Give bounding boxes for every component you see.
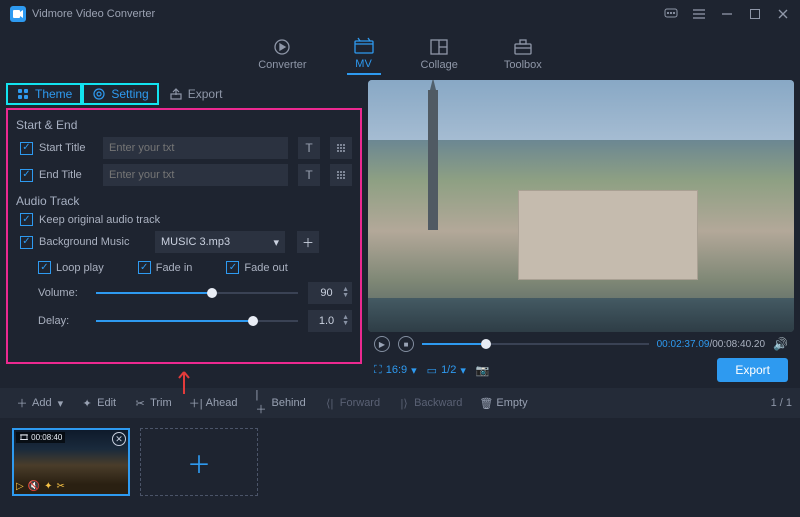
volume-label: Volume: xyxy=(38,287,86,299)
end-title-text-style[interactable]: T xyxy=(298,164,320,186)
keep-original-checkbox[interactable]: ✓ xyxy=(20,213,33,226)
audio-heading: Audio Track xyxy=(16,194,352,208)
toolbox-icon xyxy=(512,37,534,57)
minimize-icon[interactable] xyxy=(720,7,734,21)
collage-icon xyxy=(428,37,450,57)
ahead-button[interactable]: ＋|Ahead xyxy=(182,393,246,413)
start-title-label: Start Title xyxy=(39,142,97,154)
tab-mv[interactable]: MV xyxy=(347,33,381,75)
start-title-text-style[interactable]: T xyxy=(298,137,320,159)
end-title-input[interactable] xyxy=(103,164,288,186)
forward-icon: ⟨| xyxy=(324,397,336,409)
inner-tab-setting[interactable]: Setting xyxy=(82,83,158,105)
clip-strip: 🎞00:08:40 ✕ ▷ 🔇 ✦ ✂ ＋ xyxy=(0,418,800,506)
bottom-toolbar: ＋Add▾ ✦Edit ✂Trim ＋|Ahead |＋Behind ⟨|For… xyxy=(0,388,800,418)
end-title-checkbox[interactable]: ✓ xyxy=(20,169,33,182)
start-title-input[interactable] xyxy=(103,137,288,159)
bg-music-label: Background Music xyxy=(39,236,149,248)
volume-slider[interactable] xyxy=(96,286,298,300)
forward-button[interactable]: ⟨|Forward xyxy=(316,393,388,413)
end-title-position[interactable] xyxy=(330,164,352,186)
annotation-arrow xyxy=(6,366,362,396)
feedback-icon[interactable] xyxy=(664,7,678,21)
backward-button[interactable]: |⟩Backward xyxy=(390,393,470,413)
plus-icon: ＋ xyxy=(16,397,28,409)
app-title: Vidmore Video Converter xyxy=(32,8,664,20)
delay-slider[interactable] xyxy=(96,314,298,328)
tab-toolbox[interactable]: Toolbox xyxy=(498,34,548,74)
video-preview[interactable] xyxy=(368,80,794,332)
keep-original-label: Keep original audio track xyxy=(39,214,160,226)
aspect-selector[interactable]: ⛶ 16:9 ▾ xyxy=(374,364,417,377)
volume-stepper[interactable]: 90▲▼ xyxy=(308,282,352,304)
delay-label: Delay: xyxy=(38,315,86,327)
chevron-down-icon: ▾ xyxy=(411,364,417,377)
camera-icon: 📷 xyxy=(476,364,490,377)
chevron-down-icon: ▾ xyxy=(58,397,64,410)
trash-icon: 🗑 xyxy=(480,397,492,409)
loop-checkbox[interactable]: ✓Loop play xyxy=(38,261,104,274)
page-indicator: 1 / 1 xyxy=(771,397,792,409)
clip-thumbnail[interactable]: 🎞00:08:40 ✕ ▷ 🔇 ✦ ✂ xyxy=(12,428,130,496)
empty-button[interactable]: 🗑Empty xyxy=(472,393,535,413)
close-icon[interactable] xyxy=(776,7,790,21)
mute-icon[interactable]: 🔇 xyxy=(28,481,40,492)
fadeout-checkbox[interactable]: ✓Fade out xyxy=(226,261,287,274)
behind-button[interactable]: |＋Behind xyxy=(247,393,313,413)
trim-icon[interactable]: ✂ xyxy=(57,481,65,492)
play-button[interactable]: ▶ xyxy=(374,336,390,352)
top-tabs: Converter MV Collage Toolbox xyxy=(0,28,800,80)
clip-duration-badge: 🎞00:08:40 xyxy=(16,432,65,443)
clip-remove-button[interactable]: ✕ xyxy=(112,432,126,446)
play-icon[interactable]: ▷ xyxy=(16,481,24,492)
add-button[interactable]: ＋Add▾ xyxy=(8,393,71,414)
scissors-icon: ✂ xyxy=(134,397,146,409)
mv-icon xyxy=(353,36,375,56)
converter-icon xyxy=(271,37,293,57)
scale-icon: ▭ xyxy=(427,364,437,377)
aspect-icon: ⛶ xyxy=(374,364,382,377)
snapshot-button[interactable]: 📷 xyxy=(476,364,490,377)
maximize-icon[interactable] xyxy=(748,7,762,21)
inner-tab-theme[interactable]: Theme xyxy=(6,83,82,105)
start-title-position[interactable] xyxy=(330,137,352,159)
start-end-heading: Start & End xyxy=(16,118,352,132)
delay-stepper[interactable]: 1.0▲▼ xyxy=(308,310,352,332)
app-logo xyxy=(10,6,26,22)
settings-panel: Start & End ✓ Start Title T ✓ End Title … xyxy=(6,108,362,364)
export-button[interactable]: Export xyxy=(717,358,788,382)
tab-converter[interactable]: Converter xyxy=(252,34,312,74)
chevron-down-icon: ▾ xyxy=(460,364,466,377)
bg-music-checkbox[interactable]: ✓ xyxy=(20,236,33,249)
timecode: 00:02:37.09/00:08:40.20 xyxy=(657,339,765,350)
backward-icon: |⟩ xyxy=(398,397,410,409)
volume-icon[interactable]: 🔊 xyxy=(773,337,788,351)
add-clip-placeholder[interactable]: ＋ xyxy=(140,428,258,496)
edit-button[interactable]: ✦Edit xyxy=(73,393,124,413)
film-icon: 🎞 xyxy=(19,433,29,442)
edit-icon[interactable]: ✦ xyxy=(44,481,52,492)
ahead-icon: ＋| xyxy=(190,397,202,409)
titlebar: Vidmore Video Converter xyxy=(0,0,800,28)
wand-icon: ✦ xyxy=(81,397,93,409)
scale-selector[interactable]: ▭ 1/2 ▾ xyxy=(427,364,466,377)
start-title-checkbox[interactable]: ✓ xyxy=(20,142,33,155)
trim-button[interactable]: ✂Trim xyxy=(126,393,180,413)
theme-icon xyxy=(16,87,30,101)
seek-slider[interactable] xyxy=(422,338,649,350)
menu-icon[interactable] xyxy=(692,7,706,21)
gear-icon xyxy=(92,87,106,101)
bg-music-dropdown[interactable]: MUSIC 3.mp3 ▾ xyxy=(155,231,285,253)
chevron-down-icon: ▾ xyxy=(273,236,279,249)
inner-tab-export[interactable]: Export xyxy=(159,83,233,105)
end-title-label: End Title xyxy=(39,169,97,181)
export-icon xyxy=(169,87,183,101)
fadein-checkbox[interactable]: ✓Fade in xyxy=(138,261,193,274)
stop-button[interactable]: ■ xyxy=(398,336,414,352)
behind-icon: |＋ xyxy=(255,397,267,409)
tab-collage[interactable]: Collage xyxy=(415,34,464,74)
bg-music-add[interactable]: ＋ xyxy=(297,231,319,253)
